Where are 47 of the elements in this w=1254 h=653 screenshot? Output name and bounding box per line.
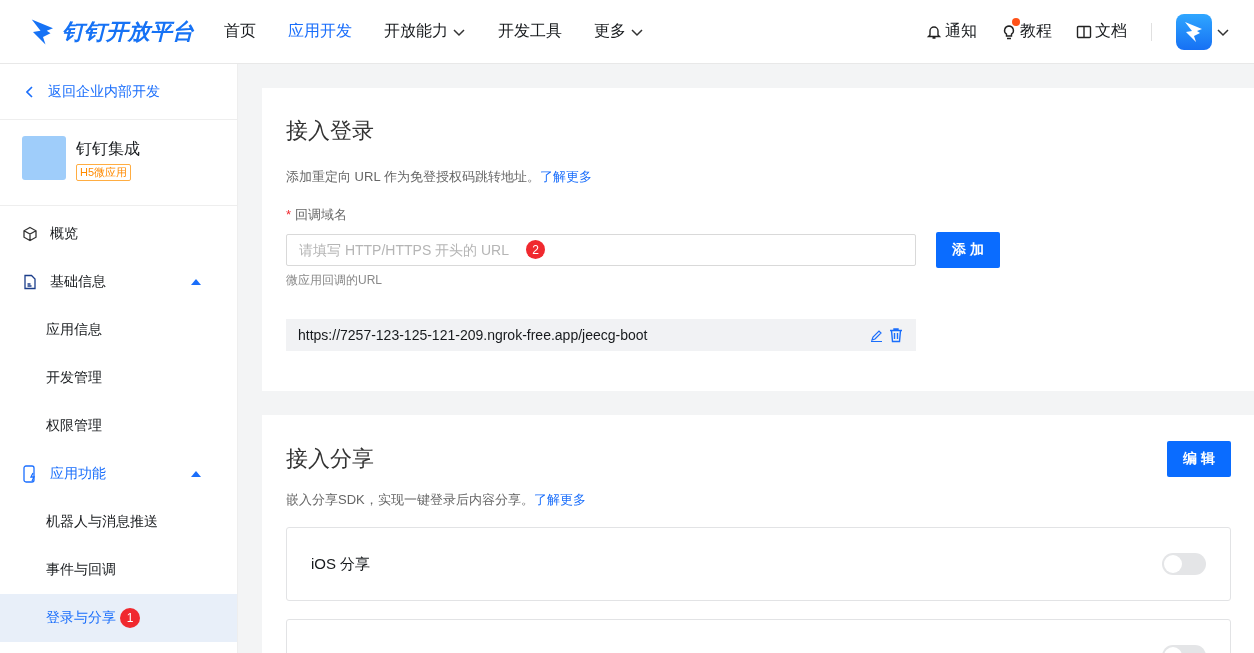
learn-more-link[interactable]: 了解更多 — [533, 492, 586, 507]
field-label: * 回调域名 — [286, 206, 348, 224]
count-badge: 1 — [120, 608, 140, 628]
nav-link[interactable]: 更多 — [594, 21, 644, 42]
nav-link[interactable]: 应用开发 — [288, 21, 352, 42]
sidebar-item[interactable]: 应用信息 — [0, 306, 237, 354]
learn-more-link[interactable]: 了解更多 — [539, 169, 592, 184]
chevron-left-icon — [26, 85, 34, 98]
sidebar-group[interactable]: 概览 — [0, 210, 237, 258]
back-link[interactable]: 返回企业内部开发 — [0, 64, 237, 120]
nav-link[interactable]: 开发工具 — [498, 21, 562, 42]
header-link[interactable]: 教程 — [1001, 21, 1052, 42]
trash-icon[interactable] — [888, 327, 904, 343]
edit-icon[interactable] — [870, 328, 884, 342]
lightbulb-icon — [1001, 23, 1017, 40]
section-title: 接入登录 — [286, 117, 375, 145]
count-badge: 2 — [526, 240, 545, 259]
header-link[interactable]: 文档 — [1076, 21, 1127, 42]
sidebar-group[interactable]: 基础信息 — [0, 258, 237, 306]
sidebar-item[interactable]: 机器人与消息推送 — [0, 498, 237, 546]
add-button[interactable]: 添 加 — [936, 232, 1000, 268]
app-icon — [22, 136, 66, 180]
book-icon — [1076, 23, 1092, 40]
section-description: 嵌入分享SDK，实现一键登录后内容分享。了解更多 — [286, 491, 587, 509]
sidebar-item[interactable]: 权限管理 — [0, 402, 237, 450]
sidebar-item[interactable]: 事件与回调 — [0, 546, 237, 594]
option-label: iOS 分享 — [311, 554, 371, 574]
sidebar-item[interactable]: 开发管理 — [0, 354, 237, 402]
bell-icon — [926, 23, 942, 40]
section-title: 接入分享 — [286, 445, 374, 473]
app-type-tag: H5微应用 — [76, 164, 132, 181]
phone-icon — [22, 465, 38, 483]
nav-link[interactable]: 首页 — [224, 21, 256, 42]
url-text: https://7257-123-125-121-209.ngrok-free.app/jeecg-boot — [298, 327, 649, 343]
section-description: 添加重定向 URL 作为免登授权码跳转地址。了解更多 — [286, 168, 593, 186]
document-icon — [22, 274, 38, 290]
logo-text[interactable]: 钉钉开放平台 — [62, 16, 194, 47]
avatar[interactable] — [1176, 13, 1212, 50]
sidebar-group[interactable]: 应用功能 — [0, 450, 237, 498]
nav-link[interactable]: 开放能力 — [384, 21, 466, 42]
edit-button[interactable]: 编 辑 — [1167, 441, 1231, 477]
header-link[interactable]: 通知 — [926, 21, 977, 42]
field-hint: 微应用回调的URL — [286, 272, 383, 289]
toggle-switch[interactable] — [1162, 553, 1206, 575]
cube-icon — [22, 226, 38, 242]
app-name: 钉钉集成 — [76, 139, 140, 159]
sidebar-item[interactable]: 登录与分享 1 — [0, 594, 237, 642]
